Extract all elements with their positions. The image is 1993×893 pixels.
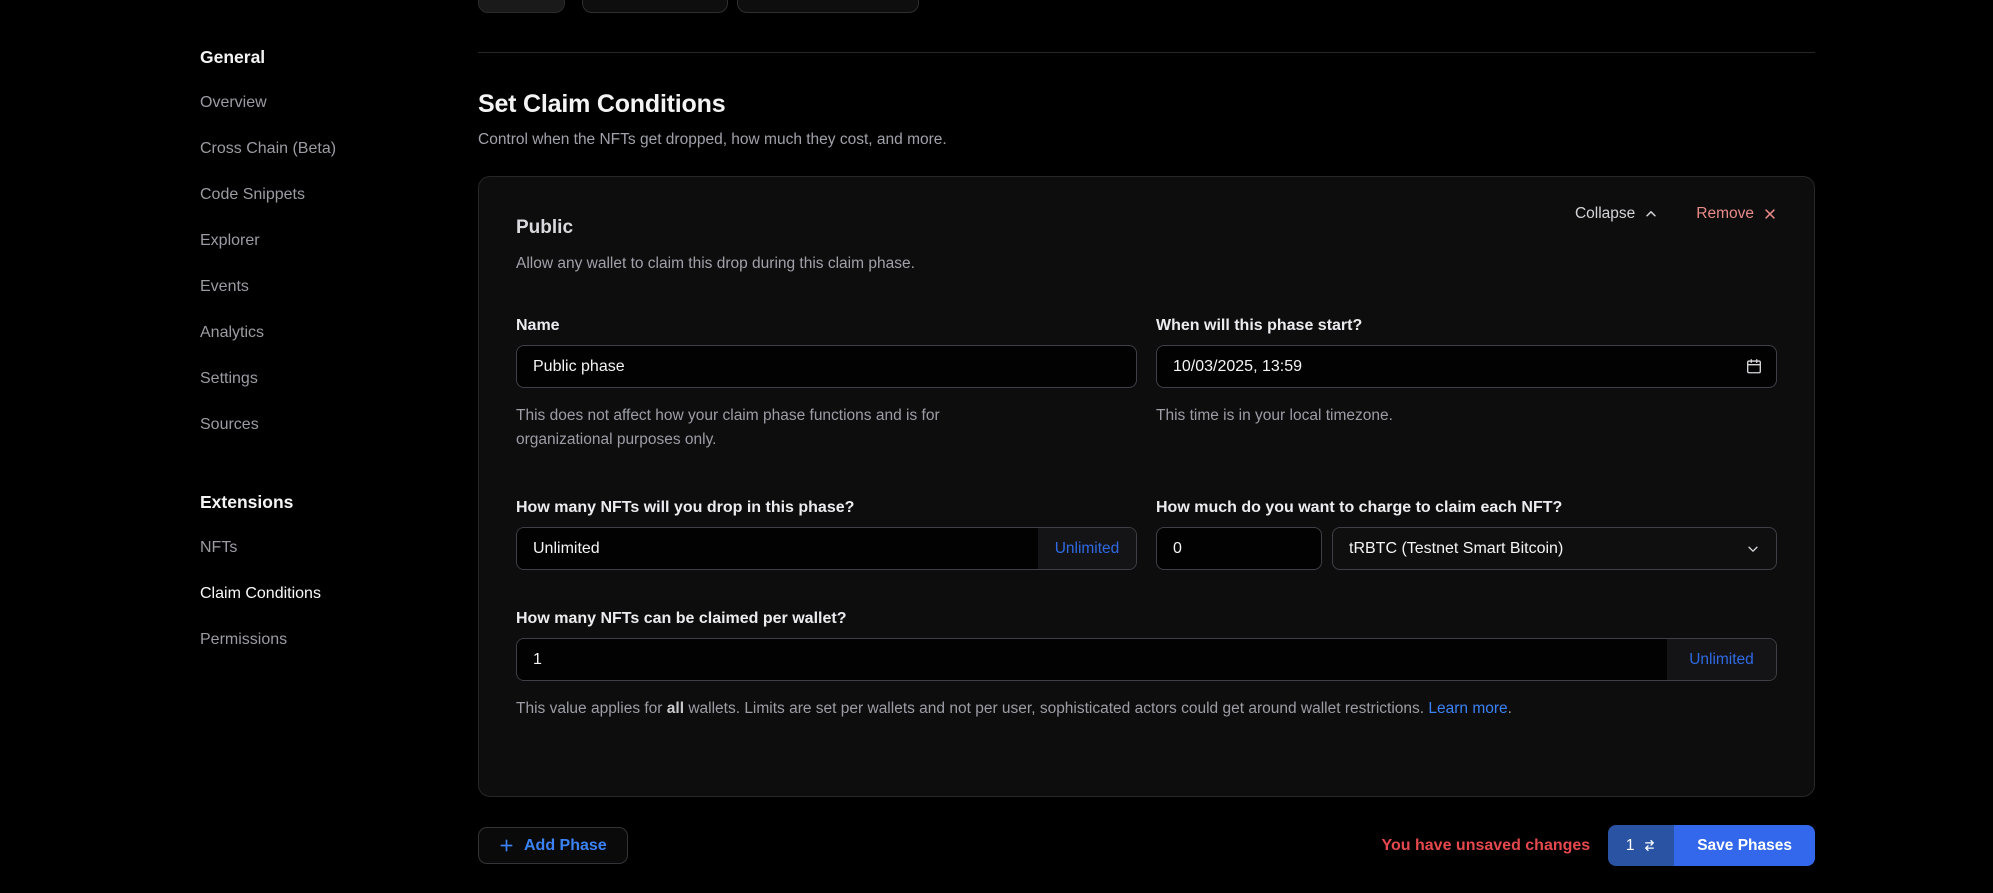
sidebar-item-cross-chain[interactable]: Cross Chain (Beta): [200, 126, 430, 172]
save-phases-button[interactable]: Save Phases: [1674, 825, 1815, 866]
sidebar-item-settings[interactable]: Settings: [200, 356, 430, 402]
phase-description: Allow any wallet to claim this drop duri…: [516, 255, 915, 273]
sidebar-section-extensions: Extensions: [200, 479, 430, 525]
phase-card-actions: Collapse Remove: [1575, 205, 1777, 223]
supply-unlimited-toggle[interactable]: Unlimited: [1038, 528, 1136, 569]
sidebar-section-general: General: [200, 34, 430, 80]
price-row: tRBTC (Testnet Smart Bitcoin): [1156, 527, 1777, 570]
per-wallet-label: How many NFTs can be claimed per wallet?: [516, 610, 1777, 628]
claim-conditions-panel: Set Claim Conditions Control when the NF…: [478, 90, 1815, 866]
toolbar-button[interactable]: [478, 0, 565, 13]
collapse-label: Collapse: [1575, 205, 1635, 223]
per-wallet-helper: This value applies for all wallets. Limi…: [516, 697, 1777, 721]
sidebar-item-analytics[interactable]: Analytics: [200, 310, 430, 356]
price-amount-input[interactable]: [1156, 527, 1322, 570]
chevron-down-icon: [1746, 542, 1760, 556]
sidebar-item-sources[interactable]: Sources: [200, 402, 430, 448]
supply-input-group: Unlimited: [516, 527, 1137, 570]
remove-button[interactable]: Remove: [1696, 205, 1777, 223]
plus-icon: [499, 838, 514, 853]
name-field: Name This does not affect how your claim…: [516, 317, 1137, 452]
page-subtitle: Control when the NFTs get dropped, how m…: [478, 131, 1815, 149]
contract-address-button[interactable]: 0xcDc...406c9: [582, 0, 728, 13]
currency-selected-value: tRBTC (Testnet Smart Bitcoin): [1349, 540, 1563, 558]
per-wallet-input-group: Unlimited: [516, 638, 1777, 681]
currency-select[interactable]: tRBTC (Testnet Smart Bitcoin): [1332, 527, 1777, 570]
per-wallet-helper-prefix: This value applies for: [516, 700, 667, 717]
sidebar-item-claim-conditions[interactable]: Claim Conditions: [200, 571, 430, 617]
sidebar-item-permissions[interactable]: Permissions: [200, 617, 430, 663]
phase-row-name-start: Name This does not affect how your claim…: [516, 317, 1777, 452]
name-input[interactable]: [516, 345, 1137, 388]
phase-row-per-wallet: How many NFTs can be claimed per wallet?…: [516, 610, 1777, 721]
per-wallet-helper-bold: all: [667, 700, 684, 717]
per-wallet-unlimited-toggle[interactable]: Unlimited: [1667, 639, 1776, 680]
supply-input[interactable]: [517, 528, 1038, 569]
close-icon: [1763, 207, 1777, 221]
phase-row-supply-price: How many NFTs will you drop in this phas…: [516, 499, 1777, 570]
per-wallet-helper-suffix: .: [1508, 700, 1512, 717]
collapse-button[interactable]: Collapse: [1575, 205, 1658, 223]
sidebar-item-events[interactable]: Events: [200, 264, 430, 310]
sidebar-item-code-snippets[interactable]: Code Snippets: [200, 172, 430, 218]
unsaved-changes-text: You have unsaved changes: [1382, 837, 1591, 855]
sidebar: General Overview Cross Chain (Beta) Code…: [200, 34, 430, 663]
remove-label: Remove: [1696, 205, 1754, 223]
supply-label: How many NFTs will you drop in this phas…: [516, 499, 1137, 517]
sidebar-item-nfts[interactable]: NFTs: [200, 525, 430, 571]
price-field: How much do you want to charge to claim …: [1156, 499, 1777, 570]
sidebar-section-gap: [200, 448, 430, 479]
phase-title: Public: [516, 217, 915, 239]
swap-arrows-icon: [1642, 838, 1657, 853]
name-label: Name: [516, 317, 1137, 335]
name-helper: This does not affect how your claim phas…: [516, 404, 986, 452]
add-phase-label: Add Phase: [524, 837, 607, 855]
phase-card-heading: Public Allow any wallet to claim this dr…: [516, 217, 915, 273]
footer-right: You have unsaved changes 1 Save Phases: [1382, 825, 1815, 866]
phase-count-button[interactable]: 1: [1608, 825, 1674, 866]
claim-phase-card: Public Allow any wallet to claim this dr…: [478, 176, 1815, 797]
chevron-up-icon: [1644, 207, 1658, 221]
add-phase-button[interactable]: Add Phase: [478, 827, 628, 864]
page-title: Set Claim Conditions: [478, 90, 1815, 119]
phase-count: 1: [1626, 837, 1635, 855]
sidebar-item-explorer[interactable]: Explorer: [200, 218, 430, 264]
sidebar-item-overview[interactable]: Overview: [200, 80, 430, 126]
start-input-wrap: [1156, 345, 1777, 388]
per-wallet-input[interactable]: [517, 639, 1667, 680]
header-divider: [478, 52, 1815, 53]
save-split-button: 1 Save Phases: [1608, 825, 1815, 866]
learn-more-link[interactable]: Learn more: [1428, 700, 1507, 717]
start-field: When will this phase start? This time is…: [1156, 317, 1777, 452]
start-label: When will this phase start?: [1156, 317, 1777, 335]
per-wallet-helper-middle: wallets. Limits are set per wallets and …: [684, 700, 1428, 717]
phase-card-header: Public Allow any wallet to claim this dr…: [516, 217, 1777, 273]
price-label: How much do you want to charge to claim …: [1156, 499, 1777, 517]
phases-footer: Add Phase You have unsaved changes 1 Sav…: [478, 825, 1815, 866]
supply-field: How many NFTs will you drop in this phas…: [516, 499, 1137, 570]
start-datetime-input[interactable]: [1156, 345, 1777, 388]
start-helper: This time is in your local timezone.: [1156, 404, 1777, 428]
explorer-link-button[interactable]: Rootstock Blockscout: [737, 0, 919, 13]
